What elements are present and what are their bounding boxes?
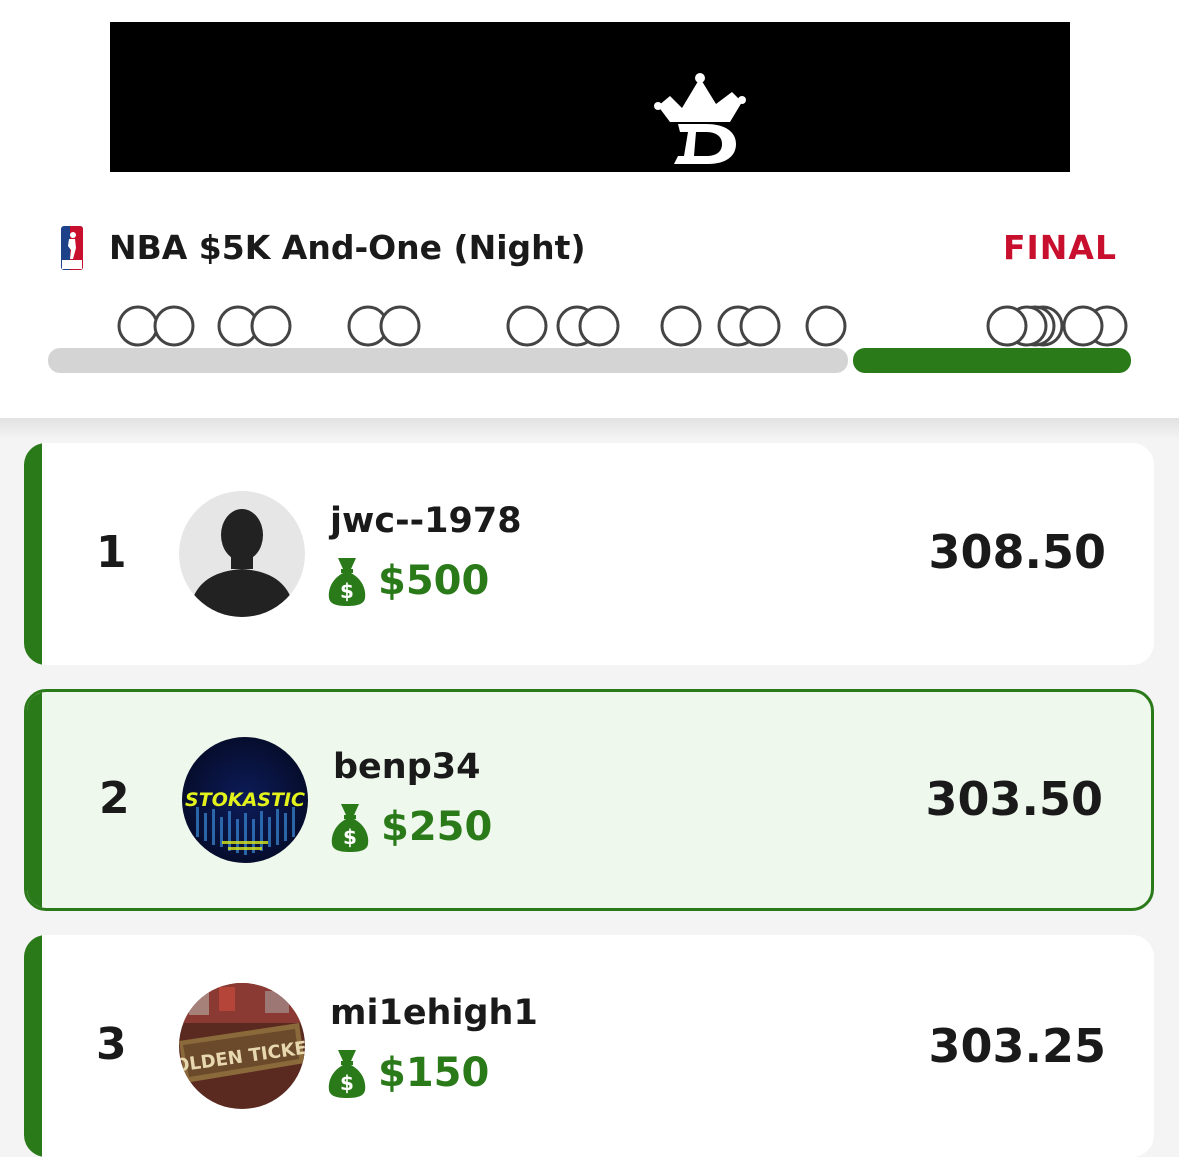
rank-number: 3 xyxy=(96,1019,127,1070)
money-bag-icon: $ xyxy=(328,1050,366,1098)
svg-text:STOKASTIC: STOKASTIC xyxy=(185,789,305,811)
prize-amount: $150 xyxy=(378,1050,490,1096)
contest-progress-bar xyxy=(48,305,1131,373)
golden-ticket-avatar: GOLDEN TICKET xyxy=(179,983,305,1109)
username[interactable]: benp34 xyxy=(333,747,480,787)
prize-winnings: $ $150 xyxy=(328,1047,489,1099)
game-markers xyxy=(117,305,1128,347)
fantasy-points: 308.50 xyxy=(928,525,1106,579)
fantasy-points: 303.50 xyxy=(925,772,1103,826)
leaderboard-row[interactable]: 3 GOLDEN TICKET mi1ehigh1 $ $150 303.25 xyxy=(24,935,1154,1157)
leaderboard-row[interactable]: 1 jwc--1978 $ $500 308.50 xyxy=(24,443,1154,665)
prize-winnings: $ $500 xyxy=(328,555,489,607)
money-bag-icon: $ xyxy=(328,558,366,606)
contest-status-label: FINAL xyxy=(1002,228,1117,267)
default-silhouette-avatar xyxy=(179,491,305,617)
rank-number: 1 xyxy=(96,527,127,578)
prize-amount: $500 xyxy=(378,558,490,604)
contest-header: NBA $5K And-One (Night) FINAL xyxy=(0,0,1179,418)
svg-text:$: $ xyxy=(343,825,357,849)
brand-banner xyxy=(110,22,1070,172)
header-divider xyxy=(0,418,1179,440)
draftkings-crown-logo-icon xyxy=(654,73,746,164)
contest-title: NBA $5K And-One (Night) xyxy=(109,228,586,267)
rank-number: 2 xyxy=(99,773,130,824)
username[interactable]: mi1ehigh1 xyxy=(330,993,538,1033)
username[interactable]: jwc--1978 xyxy=(330,501,522,541)
svg-text:$: $ xyxy=(340,1071,354,1095)
prize-amount: $250 xyxy=(381,804,493,850)
svg-text:$: $ xyxy=(340,579,354,603)
money-bag-icon: $ xyxy=(331,804,369,852)
progress-track xyxy=(48,348,1131,373)
nba-logo-icon xyxy=(61,226,83,270)
fantasy-points: 303.25 xyxy=(928,1019,1106,1073)
prize-winnings: $ $250 xyxy=(331,801,492,853)
leaderboard-row-current-user[interactable]: 2 STOKASTIC benp34 $ $250 303.50 xyxy=(24,689,1154,911)
stokastic-avatar: STOKASTIC xyxy=(182,737,308,863)
